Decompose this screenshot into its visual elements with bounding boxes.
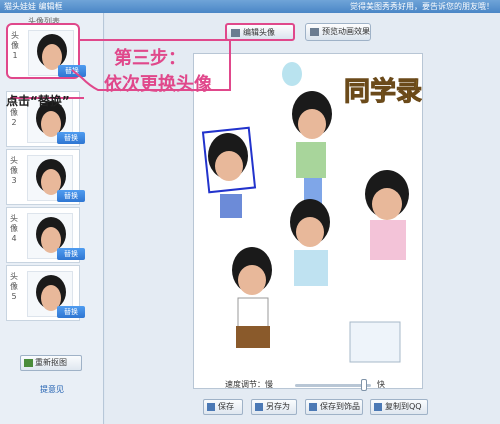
click-replace-hint: 点击“替换” xyxy=(6,94,70,108)
step-three-title: 第三步： xyxy=(114,48,186,69)
step-three-instruction: 依次更换头像 xyxy=(104,74,212,95)
tutorial-annotation xyxy=(10,39,231,99)
